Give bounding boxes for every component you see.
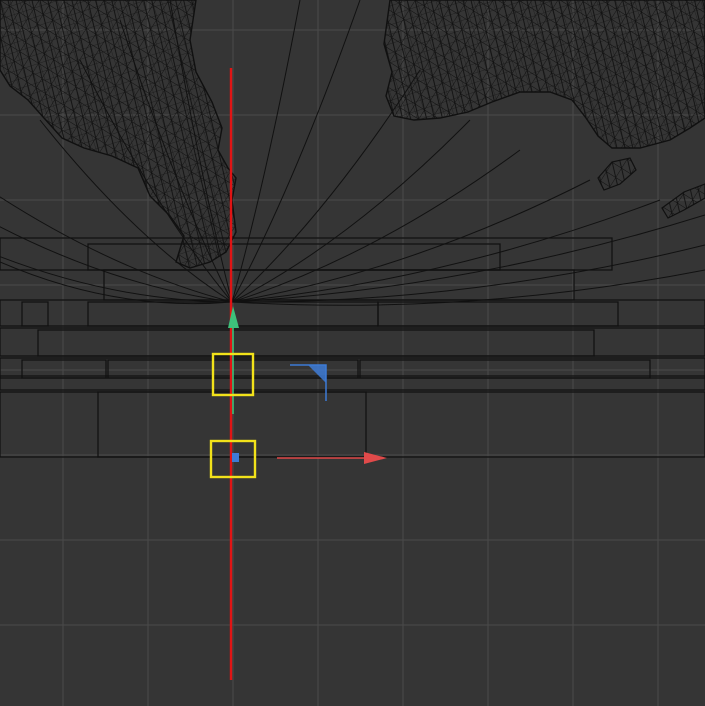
mesh-left-object[interactable] — [0, 0, 237, 269]
mesh-fragment-small[interactable] — [597, 157, 637, 191]
mesh-fragment-edge[interactable] — [661, 183, 705, 219]
wire-fan-line — [231, 199, 661, 303]
wire-fan-line — [231, 149, 521, 303]
wire-fan-line — [231, 0, 301, 303]
wire-slab — [37, 329, 595, 357]
wireframe-scene[interactable] — [0, 0, 705, 706]
wire-slab — [0, 237, 613, 271]
x-axis-arrow-icon[interactable] — [364, 452, 387, 464]
wire-fan-line — [231, 0, 361, 303]
3d-viewport[interactable] — [0, 0, 705, 706]
wire-fan-line — [0, 261, 233, 305]
wire-slab — [377, 301, 619, 327]
wire-fan-line — [231, 179, 591, 303]
y-axis-arrow-icon[interactable] — [228, 306, 239, 328]
wire-slab — [0, 327, 705, 357]
wire-slab — [21, 359, 107, 379]
wire-slab — [0, 299, 705, 327]
mesh-right-object[interactable] — [383, 0, 705, 149]
wire-slab — [21, 301, 49, 327]
wire-slab-stack — [0, 237, 705, 458]
pivot-point-icon[interactable] — [232, 453, 239, 462]
wire-slab — [0, 391, 705, 458]
